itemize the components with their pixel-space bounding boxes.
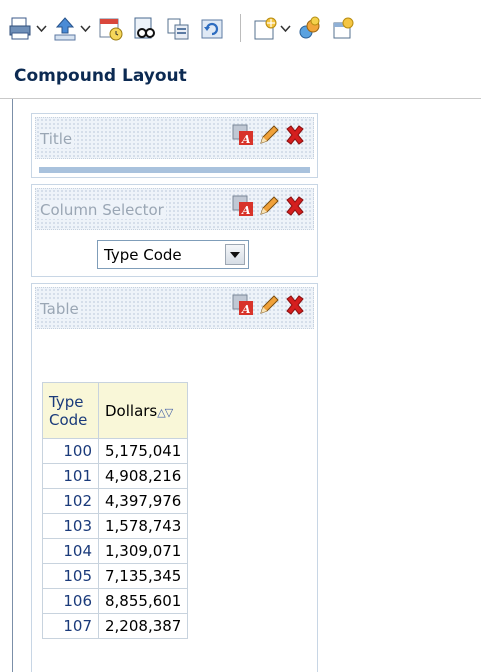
type-code-cell[interactable]: 107 [42, 613, 99, 639]
sort-arrows-icon[interactable]: △▽ [157, 406, 173, 419]
column-header-type-code[interactable]: Type Code [42, 382, 99, 439]
dollars-cell: 8,855,601 [97, 588, 189, 614]
type-code-header-label: Type Code [49, 392, 88, 429]
export-button[interactable] [52, 14, 91, 44]
preview-button[interactable] [132, 14, 158, 44]
dropdown-arrow-icon [230, 251, 240, 258]
print-button[interactable] [8, 14, 47, 44]
table-row: 100 5,175,041 [42, 438, 189, 464]
type-code-cell[interactable]: 106 [42, 588, 99, 614]
type-code-cell[interactable]: 102 [42, 488, 99, 514]
view-name-label: Column Selector [40, 201, 166, 219]
svg-text:A: A [241, 303, 251, 316]
add-prompt-icon [333, 17, 354, 39]
type-code-cell[interactable]: 105 [42, 563, 99, 589]
add-filter-button[interactable] [296, 14, 322, 44]
chevron-down-icon[interactable] [280, 25, 291, 33]
chevron-down-icon[interactable] [80, 25, 91, 33]
add-filter-icon [299, 16, 320, 39]
table-row: 107 2,208,387 [42, 613, 189, 639]
type-code-cell[interactable]: 103 [42, 513, 99, 539]
results-table: Type Code Dollars△▽ 100 5,175,041 101 4,… [42, 382, 189, 639]
table-row: 101 4,908,216 [42, 463, 189, 489]
type-code-cell[interactable]: 100 [42, 438, 99, 464]
view-name-label: Table [40, 300, 81, 318]
title-bar [39, 167, 310, 173]
copy-button[interactable] [165, 14, 191, 44]
type-code-cell[interactable]: 101 [42, 463, 99, 489]
refresh-button[interactable] [199, 14, 225, 44]
view-actions: A [231, 123, 307, 147]
title-view: Title A [31, 113, 318, 178]
preview-icon [134, 17, 155, 39]
add-prompt-button[interactable] [330, 14, 356, 44]
table-row: 104 1,309,071 [42, 538, 189, 564]
schedule-icon [99, 18, 123, 41]
page-title: Compound Layout [14, 66, 187, 86]
delete-icon[interactable] [283, 123, 307, 147]
new-view-button[interactable] [252, 14, 291, 44]
frame-border [12, 99, 13, 672]
dollars-cell: 1,578,743 [97, 513, 189, 539]
table-row: 103 1,578,743 [42, 513, 189, 539]
edit-pencil-icon[interactable] [257, 293, 281, 317]
svg-text:A: A [241, 133, 251, 146]
dollars-cell: 2,208,387 [97, 613, 189, 639]
type-code-cell[interactable]: 104 [42, 538, 99, 564]
dollars-cell: 1,309,071 [97, 538, 189, 564]
delete-icon[interactable] [283, 194, 307, 218]
column-select[interactable]: Type Code [97, 240, 249, 269]
format-view-icon[interactable]: A [231, 293, 255, 317]
table-row: 102 4,397,976 [42, 488, 189, 514]
table-view: Table A Type Code Dollars△▽ 100 5,175,04… [31, 283, 318, 672]
refresh-icon [201, 19, 223, 39]
column-header-dollars[interactable]: Dollars△▽ [97, 382, 189, 439]
layout-header: Compound Layout [0, 56, 481, 99]
title-view-header[interactable]: Title A [35, 117, 314, 159]
table-view-header[interactable]: Table A [35, 287, 314, 329]
chevron-down-icon[interactable] [36, 25, 47, 33]
print-icon [9, 17, 31, 40]
edit-pencil-icon[interactable] [257, 123, 281, 147]
dollars-header-label: Dollars [105, 401, 158, 420]
dollars-cell: 7,135,345 [97, 563, 189, 589]
column-selector-view: Column Selector A Type Code [31, 184, 318, 277]
dollars-cell: 5,175,041 [97, 438, 189, 464]
format-view-icon[interactable]: A [231, 194, 255, 218]
toolbar [0, 0, 481, 56]
dollars-cell: 4,397,976 [97, 488, 189, 514]
view-actions: A [231, 194, 307, 218]
new-view-icon [254, 17, 277, 40]
table-row: 106 8,855,601 [42, 588, 189, 614]
toolbar-divider [240, 14, 241, 42]
format-view-icon[interactable]: A [231, 123, 255, 147]
table-header-row: Type Code Dollars△▽ [42, 382, 189, 439]
delete-icon[interactable] [283, 293, 307, 317]
column-selector-view-header[interactable]: Column Selector A [35, 188, 314, 230]
view-name-label: Title [40, 130, 75, 148]
dropdown-button[interactable] [225, 244, 245, 265]
svg-text:A: A [241, 204, 251, 217]
table-row: 105 7,135,345 [42, 563, 189, 589]
view-actions: A [231, 293, 307, 317]
edit-pencil-icon[interactable] [257, 194, 281, 218]
copy-icon [167, 18, 189, 40]
dollars-cell: 4,908,216 [97, 463, 189, 489]
export-icon [54, 17, 76, 41]
column-select-value: Type Code [104, 245, 182, 264]
schedule-button[interactable] [98, 14, 124, 44]
